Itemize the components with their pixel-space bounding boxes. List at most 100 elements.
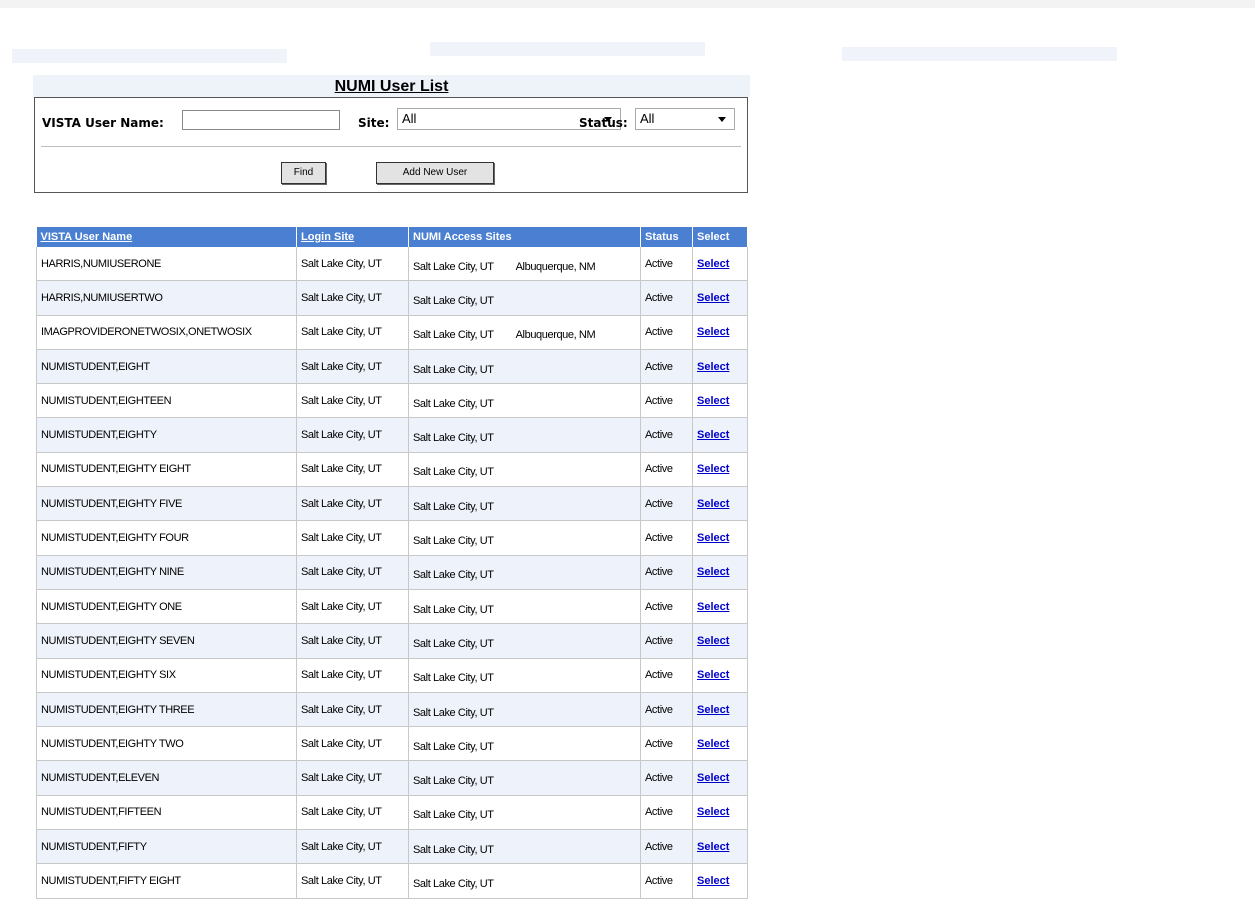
cell-user-name: NUMISTUDENT,EIGHTY — [36, 417, 297, 453]
select-link[interactable]: Select — [697, 429, 729, 441]
cell-access-sites: Salt Lake City, UT — [408, 486, 641, 522]
access-site: Salt Lake City, UT — [413, 637, 494, 650]
cell-select: Select — [692, 247, 748, 282]
cell-status: Active — [640, 658, 693, 693]
access-site: Salt Lake City, UT — [413, 294, 494, 307]
cell-user-name: NUMISTUDENT,FIFTY — [36, 829, 297, 865]
title-bar: NUMI User List — [33, 75, 750, 97]
cell-user-name: HARRIS,NUMIUSERONE — [36, 247, 297, 282]
access-site: Albuquerque, NM — [515, 260, 596, 273]
cell-login-site: Salt Lake City, UT — [296, 452, 409, 488]
access-site: Albuquerque, NM — [515, 329, 596, 342]
access-site: Salt Lake City, UT — [413, 260, 494, 273]
find-button[interactable]: Find — [281, 162, 326, 184]
cell-access-sites: Salt Lake City, UT — [408, 658, 641, 693]
cell-select: Select — [692, 349, 748, 385]
search-panel: VISTA User Name: Site: All Status: All F… — [34, 97, 748, 193]
table-row: NUMISTUDENT,EIGHTY TWO Salt Lake City, UT… — [36, 726, 748, 762]
select-link[interactable]: Select — [697, 669, 729, 681]
cell-user-name: NUMISTUDENT,EIGHTY SIX — [36, 658, 297, 693]
cell-select: Select — [692, 486, 748, 522]
select-link[interactable]: Select — [697, 361, 729, 373]
select-link[interactable]: Select — [697, 601, 729, 613]
cell-select: Select — [692, 383, 748, 419]
status-select[interactable]: All — [635, 108, 735, 130]
cell-access-sites: Salt Lake City, UT Albuquerque, NM — [408, 315, 641, 350]
cell-user-name: NUMISTUDENT,EIGHTY FIVE — [36, 486, 297, 522]
table-row: NUMISTUDENT,EIGHTY NINE Salt Lake City, U… — [36, 555, 748, 590]
table-row: NUMISTUDENT,EIGHTY THREE Salt Lake City, … — [36, 692, 748, 728]
select-link[interactable]: Select — [697, 292, 729, 304]
cell-user-name: NUMISTUDENT,EIGHTY SEVEN — [36, 623, 297, 659]
cell-user-name: NUMISTUDENT,ELEVEN — [36, 760, 297, 796]
cell-access-sites: Salt Lake City, UT — [408, 520, 641, 556]
cell-login-site: Salt Lake City, UT — [296, 280, 409, 316]
table-row: NUMISTUDENT,EIGHTY FOUR Salt Lake City, U… — [36, 520, 748, 556]
cell-access-sites: Salt Lake City, UT — [408, 726, 641, 762]
select-link[interactable]: Select — [697, 258, 729, 270]
cell-user-name: NUMISTUDENT,EIGHTEEN — [36, 383, 297, 419]
cell-status: Active — [640, 589, 693, 625]
select-link[interactable]: Select — [697, 532, 729, 544]
cell-access-sites: Salt Lake City, UT — [408, 863, 641, 899]
header-placeholder-left — [12, 49, 287, 63]
cell-access-sites: Salt Lake City, UT — [408, 692, 641, 728]
select-link[interactable]: Select — [697, 635, 729, 647]
select-link[interactable]: Select — [697, 326, 729, 338]
page-title: NUMI User List — [334, 78, 449, 95]
cell-status: Active — [640, 726, 693, 762]
select-link[interactable]: Select — [697, 463, 729, 475]
select-link[interactable]: Select — [697, 806, 729, 818]
table-row: HARRIS,NUMIUSERONE Salt Lake City, UT Salt… — [36, 247, 748, 282]
cell-status: Active — [640, 383, 693, 419]
add-new-user-button[interactable]: Add New User — [376, 162, 494, 184]
access-site: Salt Lake City, UT — [413, 672, 494, 685]
cell-user-name: NUMISTUDENT,FIFTEEN — [36, 795, 297, 831]
cell-login-site: Salt Lake City, UT — [296, 726, 409, 762]
chevron-down-icon — [718, 117, 726, 122]
access-site: Salt Lake City, UT — [413, 466, 494, 479]
site-select-value: All — [402, 111, 417, 126]
table-row: NUMISTUDENT,FIFTY EIGHT Salt Lake City, U… — [36, 863, 748, 899]
cell-login-site: Salt Lake City, UT — [296, 383, 409, 419]
select-link[interactable]: Select — [697, 395, 729, 407]
select-link[interactable]: Select — [697, 875, 729, 887]
select-link[interactable]: Select — [697, 566, 729, 578]
access-site: Salt Lake City, UT — [413, 603, 494, 616]
cell-select: Select — [692, 520, 748, 556]
access-site: Salt Lake City, UT — [413, 740, 494, 753]
header-status: Status — [640, 227, 693, 247]
table-row: NUMISTUDENT,EIGHT Salt Lake City, UT Salt … — [36, 349, 748, 385]
cell-login-site: Salt Lake City, UT — [296, 486, 409, 522]
table-row: NUMISTUDENT,EIGHTY ONE Salt Lake City, UT… — [36, 589, 748, 625]
cell-user-name: NUMISTUDENT,EIGHTY FOUR — [36, 520, 297, 556]
cell-user-name: NUMISTUDENT,EIGHT — [36, 349, 297, 385]
cell-login-site: Salt Lake City, UT — [296, 795, 409, 831]
vista-user-name-input[interactable] — [182, 110, 340, 130]
header-numi-access-sites: NUMI Access Sites — [408, 227, 641, 247]
select-link[interactable]: Select — [697, 841, 729, 853]
cell-status: Active — [640, 520, 693, 556]
select-link[interactable]: Select — [697, 704, 729, 716]
cell-status: Active — [640, 829, 693, 865]
select-link[interactable]: Select — [697, 772, 729, 784]
cell-status: Active — [640, 417, 693, 453]
cell-access-sites: Salt Lake City, UT — [408, 623, 641, 659]
select-link[interactable]: Select — [697, 738, 729, 750]
access-site: Salt Lake City, UT — [413, 706, 494, 719]
header-select: Select — [692, 227, 748, 247]
cell-status: Active — [640, 760, 693, 796]
cell-status: Active — [640, 623, 693, 659]
cell-status: Active — [640, 280, 693, 316]
select-link[interactable]: Select — [697, 498, 729, 510]
cell-access-sites: Salt Lake City, UT — [408, 555, 641, 590]
header-placeholder-center — [430, 42, 705, 56]
cell-user-name: NUMISTUDENT,FIFTY EIGHT — [36, 863, 297, 899]
table-row: NUMISTUDENT,FIFTY Salt Lake City, UT Salt … — [36, 829, 748, 865]
header-login-site[interactable]: Login Site — [296, 227, 409, 247]
cell-status: Active — [640, 452, 693, 488]
header-vista-user-name[interactable]: VISTA User Name — [36, 227, 297, 247]
table-row: NUMISTUDENT,EIGHTY SIX Salt Lake City, UT… — [36, 658, 748, 693]
cell-select: Select — [692, 658, 748, 693]
cell-user-name: NUMISTUDENT,EIGHTY EIGHT — [36, 452, 297, 488]
